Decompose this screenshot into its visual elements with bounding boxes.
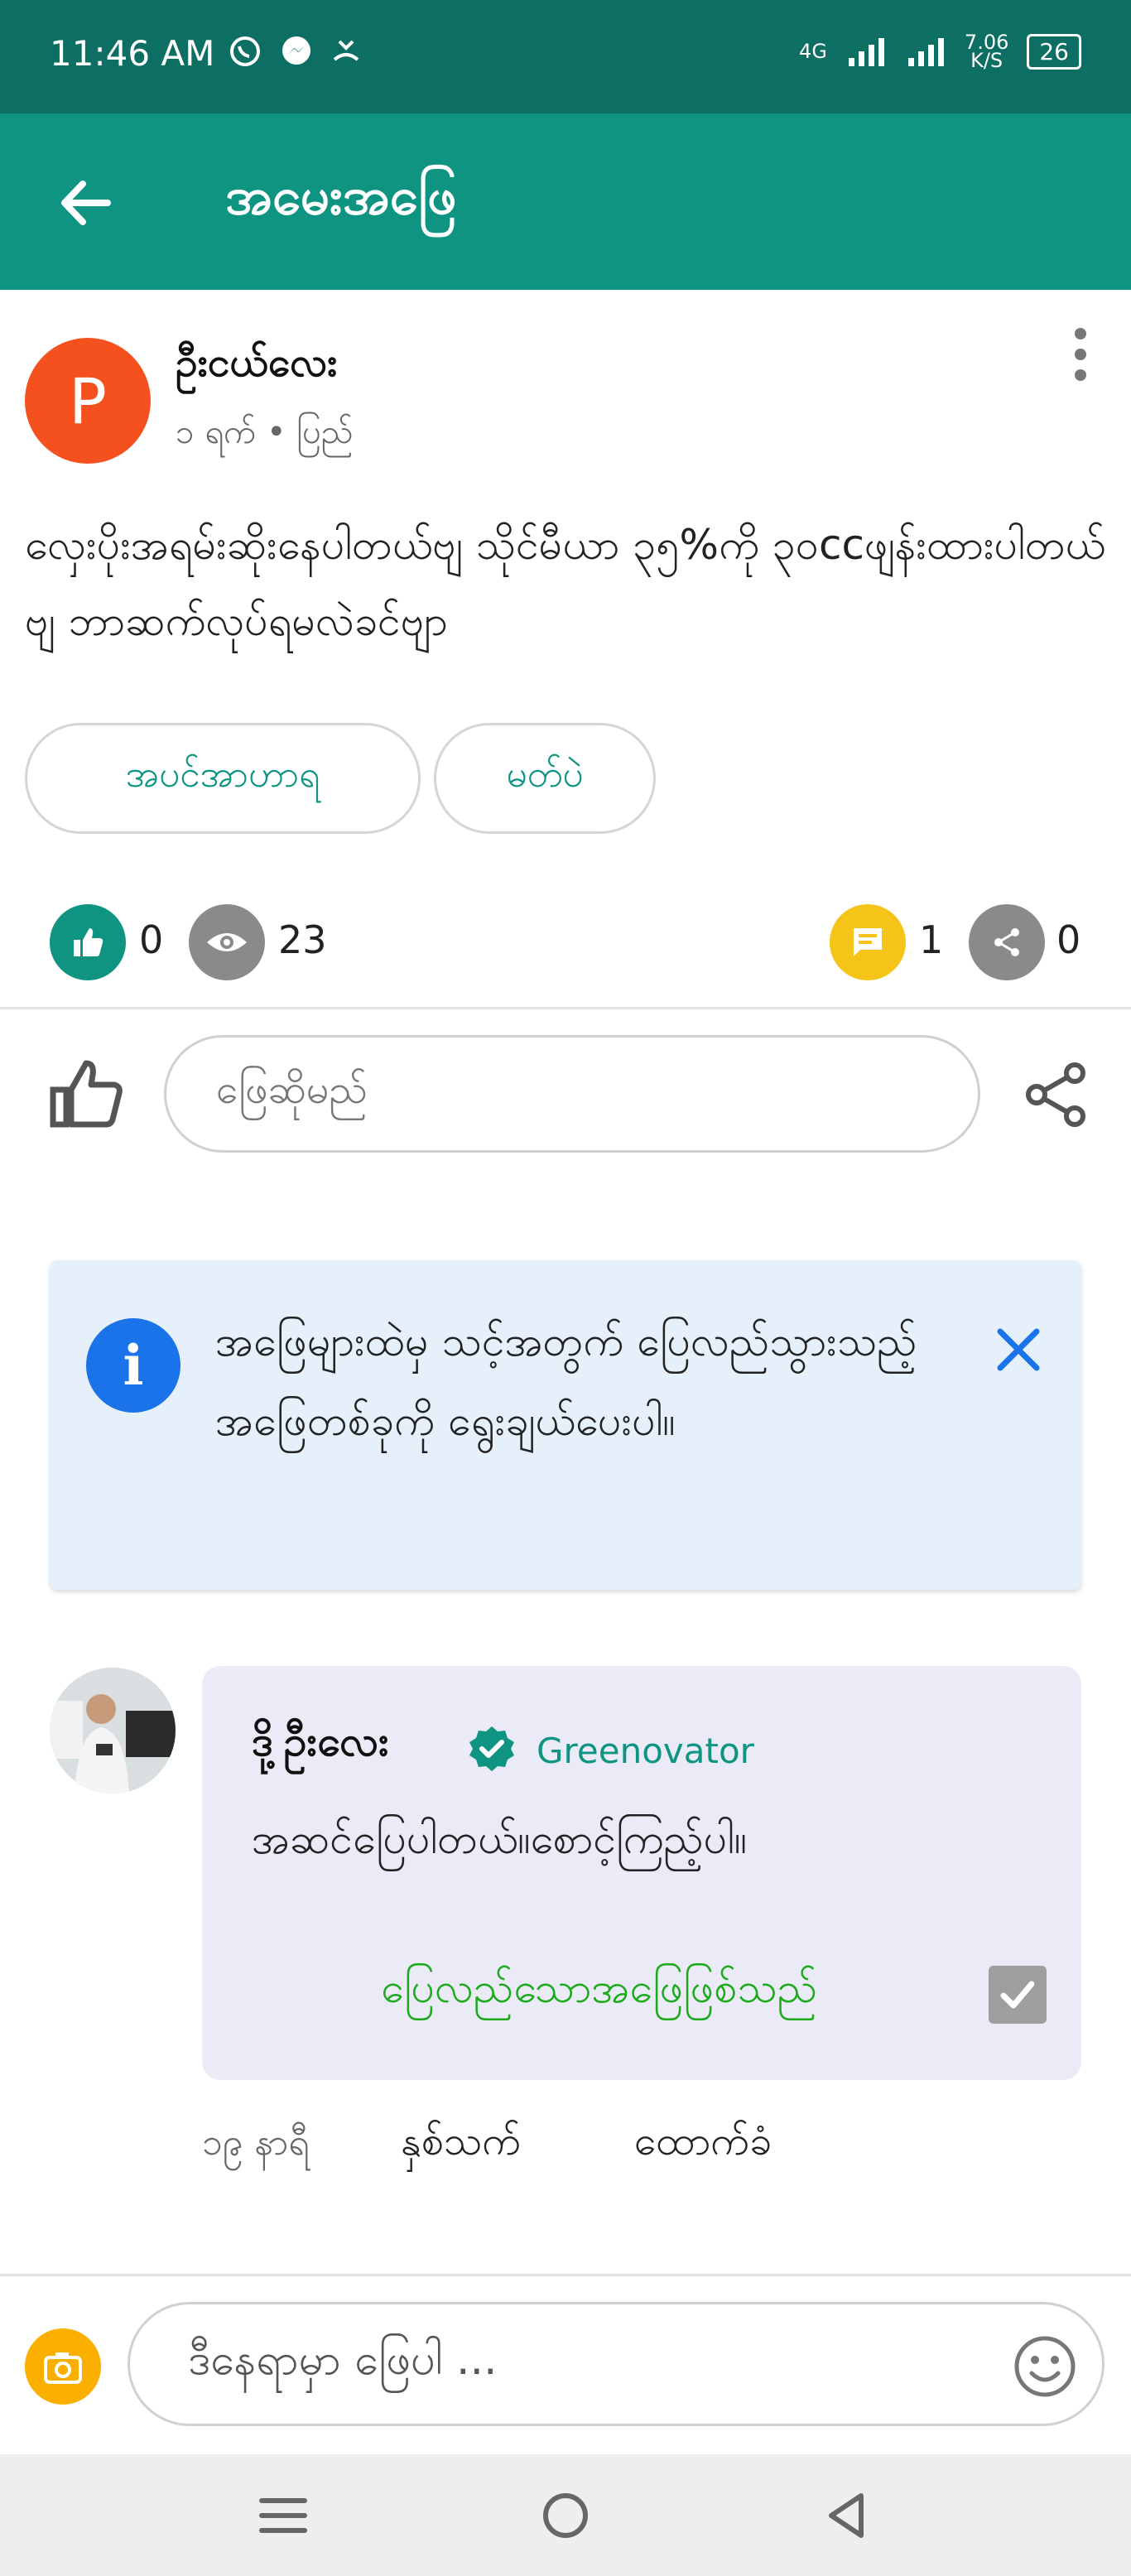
signal-icon-2 [907, 38, 944, 66]
missed-call-icon [333, 40, 359, 61]
answer-author-badge: Greenovator [537, 1731, 754, 1771]
emoji-icon[interactable] [1012, 2333, 1078, 2400]
comment-icon [854, 928, 882, 956]
thumbs-up-icon [74, 928, 103, 956]
info-banner-text: အဖြေများထဲမှ သင့်အတွက် ပြေလည်သွားသည့် အဖ… [215, 1317, 917, 1445]
author-avatar[interactable]: P [25, 338, 151, 464]
share-icon[interactable] [1022, 1060, 1091, 1129]
app-bar [0, 113, 1131, 290]
share-icon [994, 928, 1019, 956]
answerer-photo [50, 1668, 176, 1794]
menu-icon[interactable] [250, 2482, 316, 2549]
speed-unit: K/S [970, 49, 1003, 72]
answer-like-button[interactable]: နှစ်သက် [401, 2116, 521, 2174]
comment-count: 1 [919, 917, 944, 962]
view-count: 23 [278, 917, 327, 962]
camera-icon [44, 2352, 82, 2384]
tag-chip-nutrition[interactable]: အပင်အာဟာရ [25, 723, 421, 834]
check-icon [1000, 1981, 1035, 2009]
answer-support-button[interactable]: ထောက်ခံ [634, 2116, 772, 2174]
post-meta: ၁ ရက် • ပြည် [176, 413, 354, 451]
viber-icon [230, 36, 260, 66]
answer-author[interactable]: ဒို့ဦးလေး [252, 1716, 389, 1776]
page-title: အမေးအဖြေ [225, 166, 457, 226]
divider [0, 2274, 1131, 2276]
back-nav-icon[interactable] [815, 2482, 881, 2549]
answer-input[interactable]: ဖြေဆိုမည် [164, 1035, 980, 1153]
verified-badge-icon [469, 1726, 514, 1771]
view-count-icon [189, 904, 265, 980]
share-count: 0 [1056, 917, 1081, 962]
answerer-avatar[interactable] [50, 1668, 176, 1794]
accepted-checkbox[interactable] [989, 1966, 1047, 2024]
answer-time: ၁၉ နာရီ [202, 2121, 310, 2164]
battery-indicator: 26 [1027, 33, 1081, 70]
accepted-answer-label: ပြေလည်သောအဖြေဖြစ်သည် [381, 1964, 818, 2012]
divider [0, 1007, 1131, 1009]
status-time: 11:46 AM [50, 33, 215, 74]
like-icon[interactable] [46, 1053, 129, 1136]
signal-icon [848, 38, 884, 66]
answer-text: အဆင်ပြေပါတယ်။စောင့်ကြည့်ပါ။ [252, 1815, 748, 1863]
tag-chip-crop[interactable]: မတ်ပဲ [434, 723, 656, 834]
back-arrow-icon[interactable] [50, 166, 124, 240]
more-options-icon[interactable] [1060, 323, 1101, 385]
comment-count-icon[interactable] [830, 904, 906, 980]
camera-button[interactable] [25, 2328, 101, 2405]
eye-icon [207, 933, 247, 951]
home-icon[interactable] [532, 2482, 599, 2549]
post-author[interactable]: ဦးငယ်လေး [176, 338, 337, 396]
like-count: 0 [139, 917, 164, 962]
share-count-icon[interactable] [969, 904, 1045, 980]
like-count-icon[interactable] [50, 904, 126, 980]
question-text: လှေးပိုးအရမ်းဆိုးနေပါတယ်ဗျ သိုင်မီယာ ၃၅%… [25, 521, 1106, 645]
close-icon[interactable] [985, 1317, 1052, 1383]
network-type: 4G [799, 40, 827, 63]
info-icon: i [86, 1318, 180, 1413]
composer-input[interactable]: ဒီနေရာမှာ ဖြေပါ ... [128, 2302, 1105, 2426]
messenger-icon [282, 36, 310, 65]
